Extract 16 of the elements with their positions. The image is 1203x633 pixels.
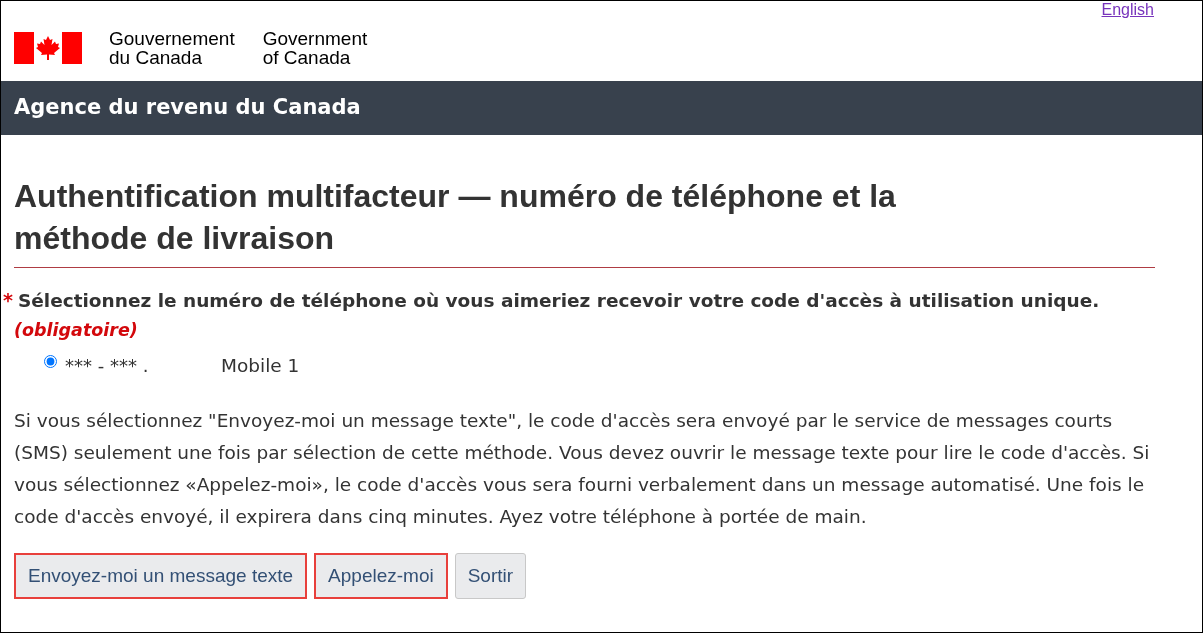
form-button[interactable]: Sortir (454, 553, 527, 599)
page-title: Authentification multifacteur — numéro de téléphone et la méthode de livraison (14, 177, 897, 258)
government-signature: Government of Canada (262, 28, 368, 67)
phone-question-label: Sélectionnez le numéro de téléphone où vous aimeriez recevoir votre code d'accès à utilisation unique. (17, 289, 1100, 313)
language-link[interactable]: English (1101, 1, 1154, 19)
form-button[interactable]: Appelez-moi (314, 553, 448, 599)
government-signature: Gouvernement du Canada (109, 28, 235, 67)
agency-title: Agence du revenu du Canada (14, 94, 361, 122)
canada-flag-icon (14, 31, 82, 64)
phone-type-label: Mobile 1 (221, 354, 300, 378)
masked-phone-number: *** - *** . (65, 354, 150, 378)
required-note: (obligatoire) (14, 319, 138, 340)
form-button[interactable]: Envoyez-moi un message texte (14, 553, 308, 599)
instructions-paragraph: Si vous sélectionnez "Envoyez-moi un message texte", le code d'accès sera envoyé par le service de messages courts (SMS) seulement une fois par sélection de cette méthode. Vous devez ouvrir le message texte pour lire le code d'accès. Si vous sélectionnez «Appelez-moi», le code d'accès vous sera fourni verbalement dans un message automatisé. Une fois le code d'accès envoyé, il expirera dans cinq minutes. Ayez votre téléphone à portée de main. (14, 409, 1151, 529)
required-asterisk: * (3, 288, 13, 313)
phone-radio[interactable] (44, 355, 57, 368)
